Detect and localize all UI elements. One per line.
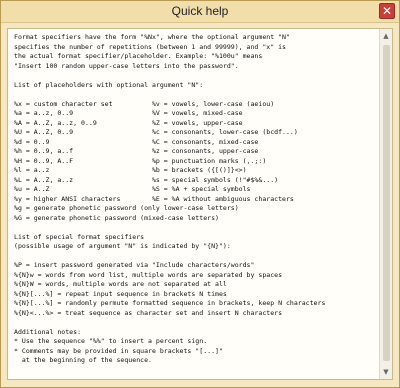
scroll-up-arrow-icon[interactable]: ▲: [381, 30, 391, 42]
scroll-down-arrow-icon[interactable]: ▼: [381, 366, 391, 378]
help-line: %U = A..Z, 0..9 %c = consonants, lower-c…: [14, 128, 298, 136]
vertical-scrollbar[interactable]: ▲ ▼: [379, 29, 392, 379]
help-line: specifies the number of repetitions (bet…: [14, 42, 286, 51]
help-line: the actual format specifier/placeholder.…: [14, 52, 263, 60]
help-line: * Use the sequence "%%" to insert a perc…: [14, 337, 208, 345]
help-line: %{N}W = words, multiple words are not se…: [14, 280, 227, 288]
help-line: %G = generate phonetic password (mixed-c…: [14, 213, 219, 222]
help-line: %P = insert password generated via "Incl…: [14, 261, 255, 269]
help-line: [14, 90, 378, 100]
close-button[interactable]: ✕: [379, 3, 395, 19]
help-line: %{N}[...%] = repeat input sequence in br…: [14, 289, 227, 298]
help-line: [14, 223, 378, 233]
help-line: [14, 71, 378, 81]
help-line: %A = A..Z, a..z, 0..9 %Z = vowels, upper…: [14, 118, 243, 127]
help-text: Format specifiers have the form "%Nx", w…: [14, 33, 378, 366]
help-line: %{N}[...%] = randomly permute formatted …: [14, 299, 326, 307]
help-line: %g = generate phonetic password (only lo…: [14, 204, 239, 212]
help-line: %a = a..z, 0..9 %V = vowels, mixed-case: [14, 109, 243, 117]
quick-help-window: Quick help ✕ Format specifiers have the …: [0, 0, 400, 388]
help-line: List of special format specifiers: [14, 232, 145, 241]
help-line: %l = a..z %b = brackets ({[()]}<>): [14, 166, 247, 174]
help-line: List of placeholders with optional argum…: [14, 80, 204, 89]
title-bar[interactable]: Quick help ✕: [1, 1, 399, 23]
help-line: %L = A..Z, a..z %s = special symbols (!"…: [14, 175, 279, 184]
help-line: %H = 0..9, A..F %p = punctuation marks (…: [14, 156, 267, 165]
close-icon: ✕: [381, 4, 393, 18]
help-line: [14, 252, 378, 262]
help-line: "Insert 100 random upper-case letters in…: [14, 61, 239, 70]
help-line: %u = A..Z %S = %A + special symbols: [14, 185, 251, 193]
help-line: %y = higher ANSI characters %E = %A with…: [14, 194, 294, 203]
help-line: Additional notes:: [14, 327, 82, 336]
help-line: %{N}w = words from word list, multiple w…: [14, 270, 283, 279]
help-line: Format specifiers have the form "%Nx", w…: [14, 33, 290, 41]
help-line: %h = 0..9, a..f %z = consonants, upper-c…: [14, 147, 259, 155]
help-line: * Comments may be provided in square bra…: [14, 346, 223, 355]
scroll-thumb[interactable]: [383, 45, 390, 361]
help-line: at the beginning of the sequence.: [14, 356, 152, 364]
help-line: (possible usage of argument "N" is indic…: [14, 242, 231, 250]
help-line: %{N}<...%> = treat sequence as character…: [14, 308, 283, 317]
help-line: [14, 318, 378, 328]
help-line: %d = 0..9 %C = consonants, mixed-case: [14, 137, 259, 146]
window-title: Quick help: [171, 4, 229, 18]
help-text-panel[interactable]: Format specifiers have the form "%Nx", w…: [7, 28, 393, 380]
help-line: %x = custom character set %v = vowels, l…: [14, 99, 275, 108]
